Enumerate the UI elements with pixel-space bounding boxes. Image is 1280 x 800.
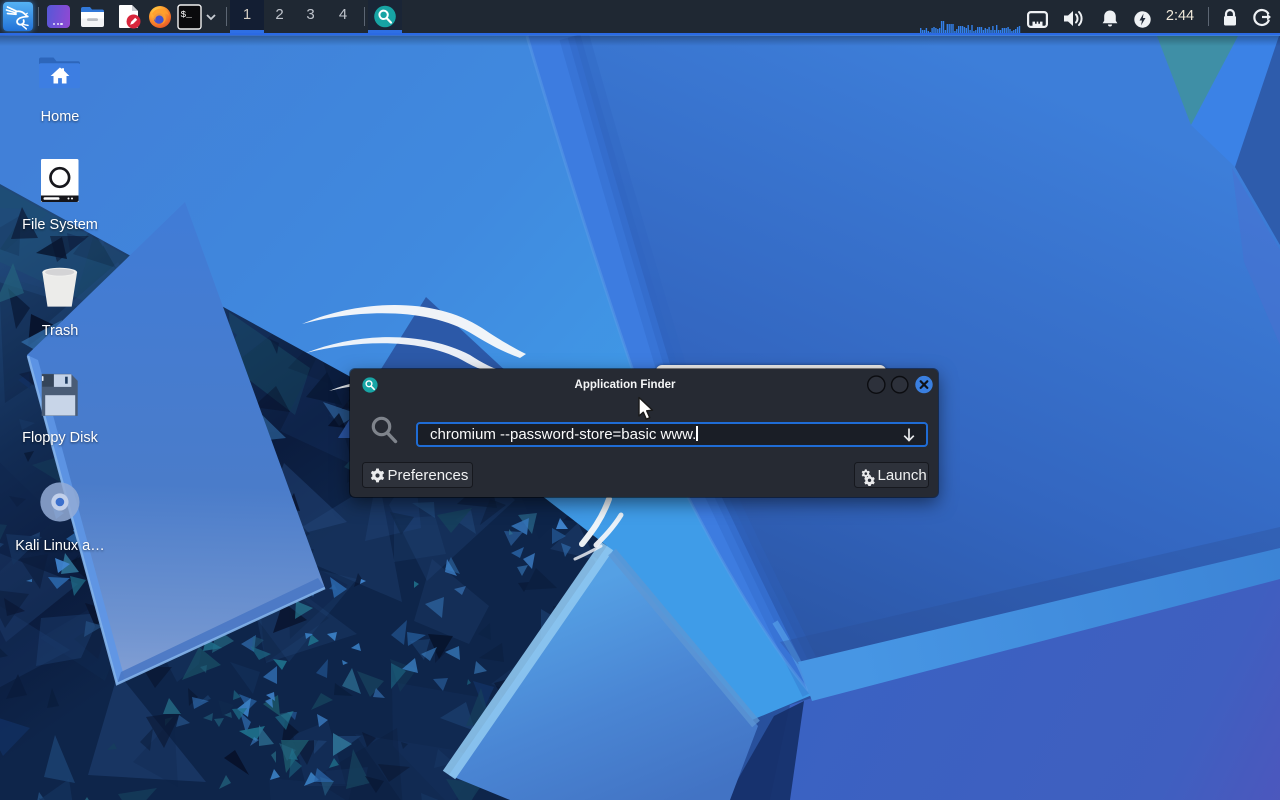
svg-text:$_: $_	[181, 9, 193, 20]
